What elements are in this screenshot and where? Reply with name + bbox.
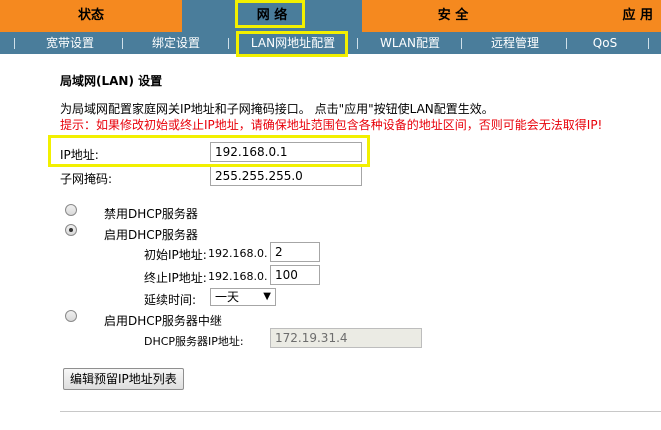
edit-reserved-ip-button[interactable]: 编辑预留IP地址列表 — [63, 368, 184, 390]
sub-nav-divider — [228, 38, 229, 49]
sub-nav-divider — [122, 38, 123, 49]
lease-time-label: 延续时间: — [144, 293, 197, 307]
end-ip-input[interactable]: 100 — [270, 265, 320, 285]
end-ip-prefix: 192.168.0. — [208, 270, 268, 283]
dhcp-relay-label: 启用DHCP服务器中继 — [104, 314, 222, 328]
radio-enable-dhcp[interactable] — [65, 224, 77, 236]
end-ip-label: 终止IP地址: — [144, 271, 207, 285]
top-nav: 状态 网 络 安 全 应 用 — [0, 0, 661, 32]
relay-server-ip-input[interactable]: 172.19.31.4 — [270, 328, 422, 348]
start-ip-prefix: 192.168.0. — [208, 247, 268, 260]
tab-security[interactable]: 安 全 — [362, 0, 544, 32]
disable-dhcp-label: 禁用DHCP服务器 — [104, 207, 198, 221]
page-description: 为局域网配置家庭网关IP地址和子网掩码接口。 点击"应用"按钮使LAN配置生效。 — [60, 102, 494, 116]
subnet-mask-input[interactable]: 255.255.255.0 — [210, 166, 362, 186]
sub-nav-divider — [648, 38, 649, 49]
highlight-box-network-tab — [235, 0, 305, 28]
bottom-divider — [60, 411, 661, 412]
sub-nav-divider — [14, 38, 15, 49]
sub-nav-divider — [461, 38, 462, 49]
highlight-box-lan-subtab — [236, 31, 348, 57]
relay-server-ip-label: DHCP服务器IP地址: — [144, 335, 244, 348]
lease-time-select[interactable]: 一天 ▼ — [210, 288, 276, 306]
subnet-mask-label: 子网掩码: — [60, 172, 113, 186]
warning-text: 提示：如果修改初始或终止IP地址，请确保地址范围包含各种设备的地址区间，否则可能… — [60, 118, 603, 132]
page-title: 局域网(LAN) 设置 — [60, 74, 163, 88]
subtab-binding-settings[interactable]: 绑定设置 — [136, 32, 216, 54]
subtab-broadband-settings[interactable]: 宽带设置 — [30, 32, 110, 54]
sub-nav-divider — [566, 38, 567, 49]
subtab-remote-management[interactable]: 远程管理 — [475, 32, 555, 54]
start-ip-label: 初始IP地址: — [144, 248, 207, 262]
radio-disable-dhcp[interactable] — [65, 204, 77, 216]
tab-applications[interactable]: 应 用 — [544, 0, 661, 32]
sub-nav-divider — [357, 38, 358, 49]
enable-dhcp-label: 启用DHCP服务器 — [104, 228, 198, 242]
highlight-box-ip-address — [48, 135, 370, 167]
tab-status[interactable]: 状态 — [0, 0, 182, 32]
start-ip-input[interactable]: 2 — [270, 242, 320, 262]
lease-time-value: 一天 — [215, 290, 240, 304]
dropdown-arrow-icon: ▼ — [263, 291, 271, 302]
subtab-wlan-config[interactable]: WLAN配置 — [370, 32, 450, 54]
radio-dhcp-relay[interactable] — [65, 310, 77, 322]
subtab-qos[interactable]: QoS — [580, 32, 630, 54]
